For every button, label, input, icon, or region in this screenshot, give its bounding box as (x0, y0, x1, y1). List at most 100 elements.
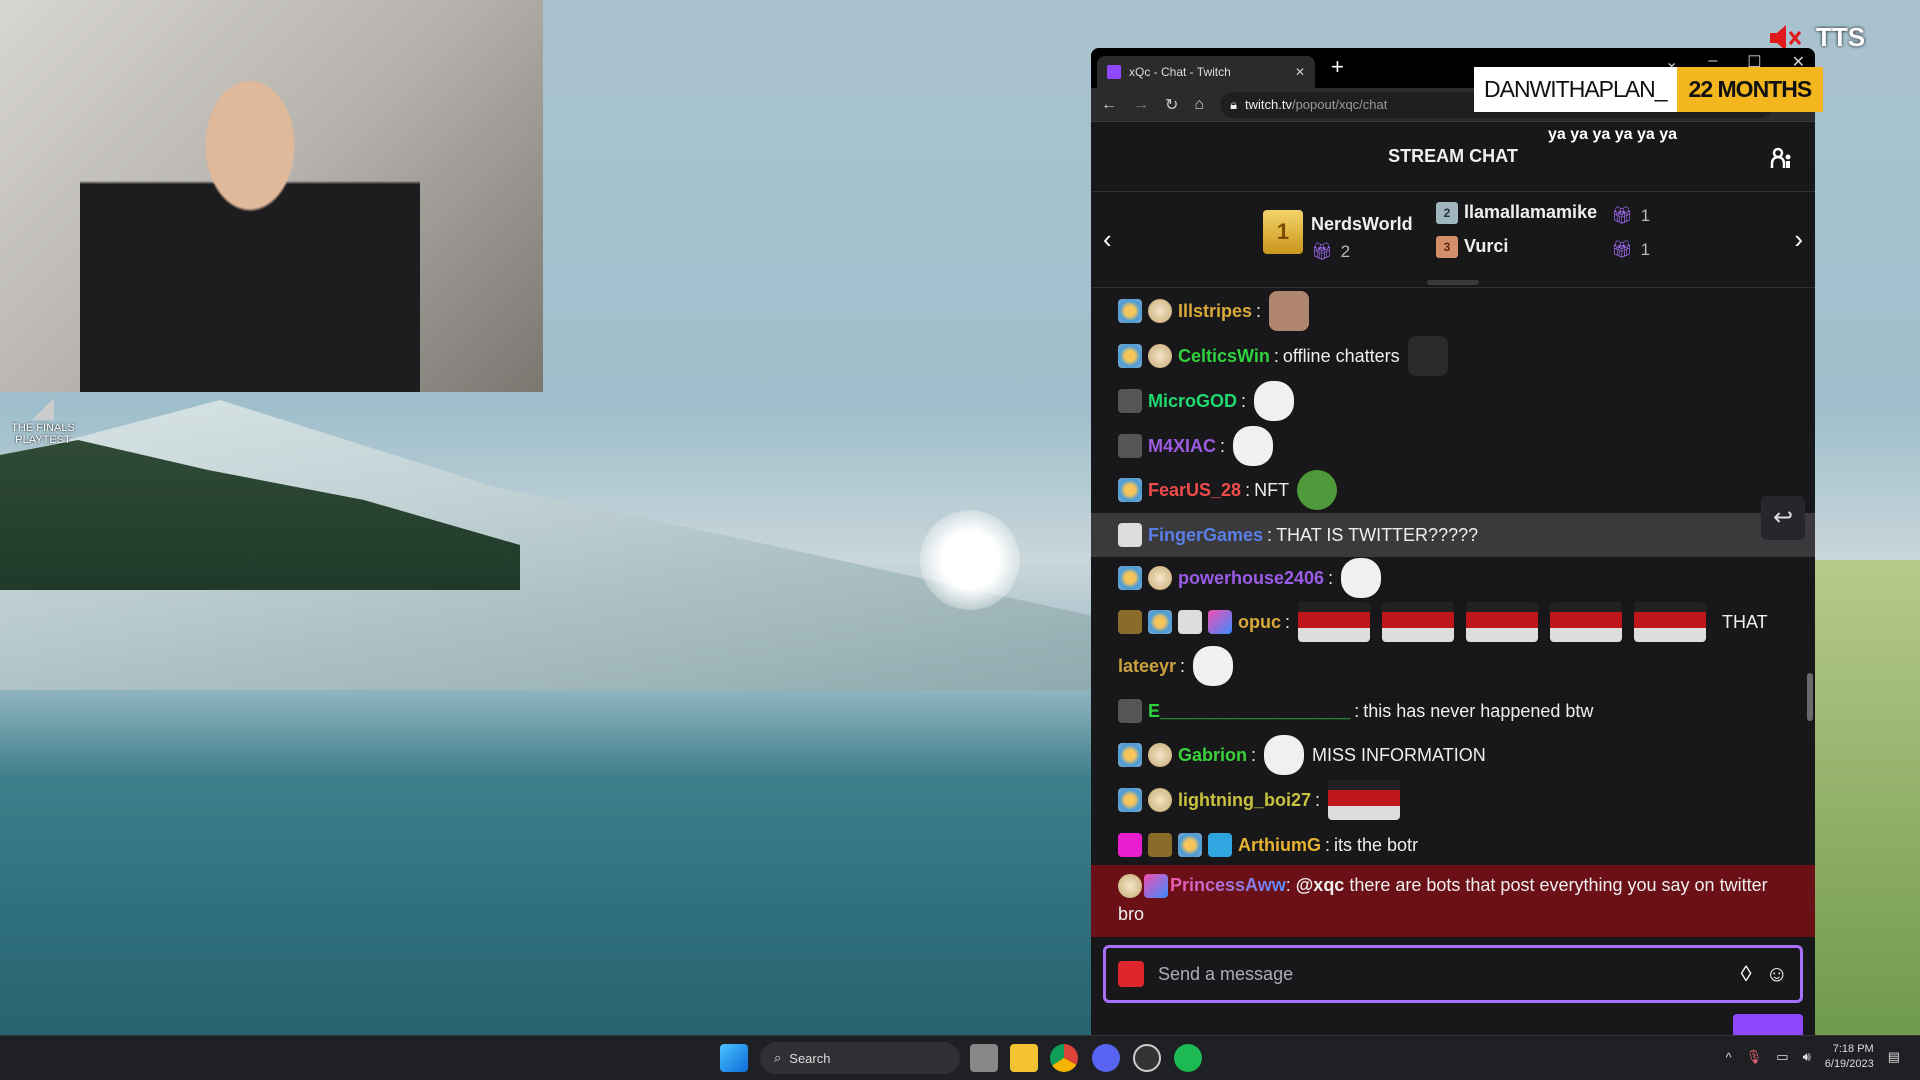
coin-badge-icon[interactable] (1148, 566, 1172, 590)
leader-name[interactable]: NerdsWorld (1311, 214, 1413, 235)
close-tab-icon[interactable]: ✕ (1295, 65, 1305, 79)
emote-picker-icon[interactable]: ☺ (1766, 961, 1788, 987)
tab-chat[interactable]: xQc - Chat - Twitch ✕ (1097, 56, 1315, 88)
chat-message[interactable]: lateeyr: (1091, 644, 1815, 688)
coin-badge-icon[interactable] (1148, 788, 1172, 812)
mention[interactable]: @xqc (1296, 875, 1345, 895)
chat-username[interactable]: powerhouse2406 (1178, 568, 1324, 589)
crown-badge-icon[interactable] (1208, 833, 1232, 857)
home-icon[interactable]: ⌂ (1194, 96, 1204, 114)
sub-badge-icon[interactable] (1118, 743, 1142, 767)
coin-badge-icon[interactable] (1148, 743, 1172, 767)
emote[interactable] (1297, 470, 1338, 510)
chat-username[interactable]: PrincessAww (1170, 875, 1286, 895)
chat-username[interactable]: CelticsWin (1178, 346, 1270, 367)
bits-icon[interactable]: ◊ (1741, 961, 1752, 987)
chrome-icon[interactable] (1050, 1044, 1078, 1072)
noaudio-badge-icon[interactable] (1118, 389, 1142, 413)
forward-icon[interactable]: → (1133, 96, 1149, 114)
gem-badge-icon[interactable] (1118, 833, 1142, 857)
seven-badge-icon[interactable] (1144, 874, 1168, 899)
noaudio-badge-icon[interactable] (1118, 699, 1142, 723)
chat-username[interactable]: lateeyr (1118, 656, 1176, 677)
chat-username[interactable]: lightning_boi27 (1178, 790, 1311, 811)
clip-camera-icon[interactable] (1118, 961, 1144, 987)
chat-username[interactable]: opuc (1238, 612, 1281, 633)
microphone-icon[interactable]: 🎙︎ (1746, 1049, 1763, 1065)
chat-message[interactable]: Gabrion: MISS INFORMATION (1091, 733, 1815, 777)
sub-badge-icon[interactable] (1118, 299, 1142, 323)
emote[interactable] (1634, 602, 1707, 642)
emote[interactable] (1193, 646, 1234, 686)
chat-username[interactable]: Illstripes (1178, 301, 1252, 322)
leader-name[interactable]: llamallamamike (1464, 202, 1597, 222)
emote[interactable] (1233, 426, 1274, 466)
volume-icon[interactable]: 🔊︎ (1803, 1049, 1811, 1065)
emote[interactable] (1264, 735, 1305, 775)
chat-username[interactable]: M4XIAC (1148, 436, 1216, 457)
emote[interactable] (1254, 381, 1295, 421)
sub-badge-icon[interactable] (1118, 788, 1142, 812)
chat-message[interactable]: opuc: THAT (1091, 600, 1815, 644)
chat-message[interactable]: powerhouse2406: (1091, 556, 1815, 600)
coin-badge-icon[interactable] (1118, 874, 1142, 899)
chat-message[interactable]: ArthiumG: its the botr (1091, 823, 1815, 867)
prime-badge-icon[interactable] (1178, 610, 1202, 634)
chevron-right-icon[interactable]: › (1794, 224, 1803, 255)
highlighted-chat-message[interactable]: PrincessAww: @xqc there are bots that po… (1091, 865, 1815, 937)
seven-badge-icon[interactable] (1208, 610, 1232, 634)
chat-message[interactable]: FearUS_28: NFT (1091, 468, 1815, 512)
reload-icon[interactable]: ↻ (1165, 95, 1178, 115)
chevron-left-icon[interactable]: ‹ (1103, 224, 1112, 255)
chat-send-button[interactable] (1733, 1014, 1803, 1035)
chat-username[interactable]: ArthiumG (1238, 835, 1321, 856)
file-explorer-icon[interactable] (1010, 1044, 1038, 1072)
chat-username[interactable]: FearUS_28 (1148, 480, 1241, 501)
obs-icon[interactable] (1133, 1044, 1161, 1072)
clock[interactable]: 7:18 PM 6/19/2023 (1825, 1042, 1874, 1072)
start-icon[interactable] (720, 1044, 748, 1072)
sub-badge-icon[interactable] (1118, 344, 1142, 368)
chat-username[interactable]: E___________________ (1148, 701, 1350, 722)
reply-icon[interactable]: ↩ (1761, 496, 1805, 540)
sub-badge-icon[interactable] (1118, 478, 1142, 502)
chat-message[interactable]: CelticsWin: offline chatters (1091, 334, 1815, 378)
notification-icon[interactable]: ▤ (1888, 1049, 1900, 1065)
chat-message[interactable]: lightning_boi27: (1091, 778, 1815, 822)
emote[interactable] (1298, 602, 1371, 642)
taskbar-search[interactable]: ⌕ Search (760, 1042, 960, 1074)
emote[interactable] (1382, 602, 1455, 642)
collapse-handle[interactable] (1427, 280, 1479, 285)
chat-username[interactable]: FingerGames (1148, 525, 1263, 546)
flame-badge-icon[interactable] (1118, 610, 1142, 634)
chat-username[interactable]: MicroGOD (1148, 391, 1237, 412)
emote[interactable] (1550, 602, 1623, 642)
discord-icon[interactable] (1092, 1044, 1120, 1072)
community-icon[interactable] (1769, 146, 1793, 170)
coin-badge-icon[interactable] (1148, 299, 1172, 323)
emote[interactable] (1341, 558, 1382, 598)
sub-badge-icon[interactable] (1148, 610, 1172, 634)
network-icon[interactable]: ▭ (1776, 1049, 1788, 1065)
chat-message[interactable]: MicroGOD: (1091, 379, 1815, 423)
spotify-icon[interactable] (1174, 1044, 1202, 1072)
emote[interactable] (1328, 780, 1401, 820)
prime-badge-icon[interactable] (1118, 523, 1142, 547)
leader-name[interactable]: Vurci (1464, 236, 1508, 256)
chat-message[interactable]: M4XIAC: (1091, 424, 1815, 468)
chat-message[interactable]: Illstripes: (1091, 289, 1815, 333)
emote[interactable] (1407, 336, 1448, 376)
new-tab-button[interactable]: + (1331, 54, 1344, 80)
sub-badge-icon[interactable] (1118, 566, 1142, 590)
chat-message[interactable]: E___________________: this has never happ… (1091, 689, 1815, 733)
task-view-icon[interactable] (970, 1044, 998, 1072)
sub-badge-icon[interactable] (1178, 833, 1202, 857)
chat-input[interactable] (1158, 963, 1727, 985)
chat-username[interactable]: Gabrion (1178, 745, 1247, 766)
coin-badge-icon[interactable] (1148, 344, 1172, 368)
back-icon[interactable]: ← (1101, 96, 1117, 114)
noaudio-badge-icon[interactable] (1118, 434, 1142, 458)
emote[interactable] (1466, 602, 1539, 642)
emote[interactable] (1269, 291, 1310, 331)
desktop-icon-the-finals[interactable]: THE FINALS PLAYTEST (8, 398, 78, 446)
